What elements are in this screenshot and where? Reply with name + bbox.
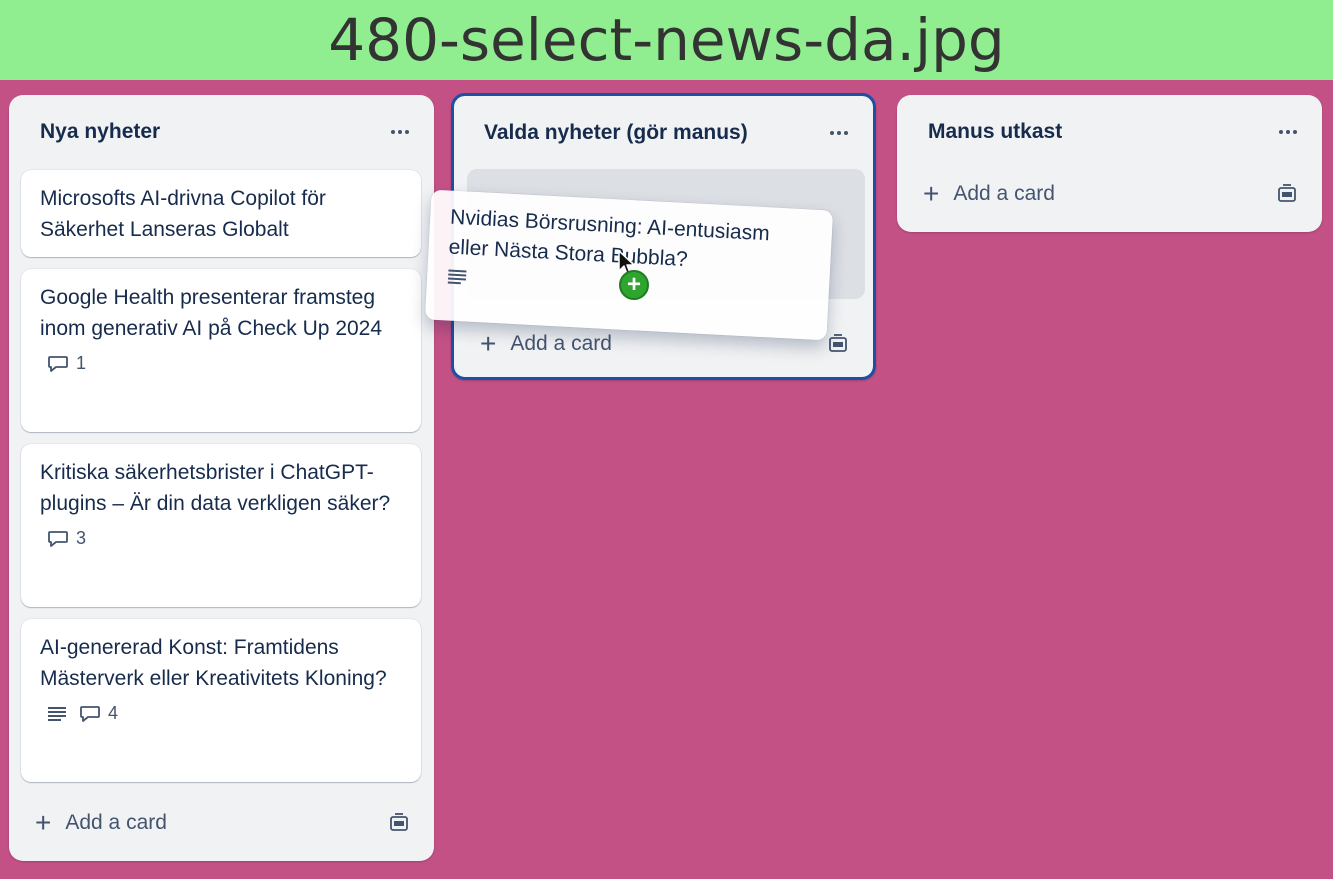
list-title: Manus utkast	[928, 120, 1063, 143]
list-title: Valda nyheter (gör manus)	[484, 121, 748, 144]
comment-icon	[80, 705, 100, 722]
card-title: Microsofts AI-drivna Copilot för Säkerhe…	[40, 187, 326, 241]
comments-badge: 1	[47, 353, 86, 374]
description-icon	[447, 269, 467, 285]
comment-count: 4	[108, 703, 119, 723]
list-menu-button[interactable]	[827, 121, 851, 145]
comments-badge: 4	[79, 703, 118, 724]
card-title: AI-genererad Konst: Framtidens Mästerver…	[40, 636, 387, 690]
comments-badge: 3	[47, 528, 86, 549]
comment-icon	[48, 530, 68, 547]
list-title: Nya nyheter	[40, 120, 161, 143]
plus-icon: +	[923, 178, 940, 209]
add-card-label: Add a card	[510, 332, 612, 355]
comment-count: 1	[76, 353, 87, 373]
comment-count: 3	[76, 528, 87, 548]
comment-icon	[48, 355, 68, 372]
card-title: Google Health presenterar framsteg inom …	[40, 286, 383, 340]
template-icon[interactable]	[827, 333, 849, 355]
card[interactable]: Microsofts AI-drivna Copilot för Säkerhe…	[21, 170, 421, 257]
banner-title: 480-select-news-da.jpg	[328, 6, 1005, 74]
card[interactable]: Google Health presenterar framsteg inom …	[21, 269, 421, 432]
description-icon	[48, 706, 66, 721]
template-icon[interactable]	[1276, 183, 1298, 205]
plus-icon: +	[480, 328, 497, 359]
list-header: Valda nyheter (gör manus)	[454, 96, 873, 170]
list-header: Nya nyheter	[9, 95, 434, 169]
plus-icon: +	[35, 807, 52, 838]
list-manus-utkast: Manus utkast + Add a card	[897, 95, 1322, 232]
card[interactable]: AI-genererad Konst: Framtidens Mästerver…	[21, 619, 421, 782]
list-header: Manus utkast	[897, 95, 1322, 169]
list-nya-nyheter: Nya nyheter Microsofts AI-drivna Copilot…	[9, 95, 434, 861]
card[interactable]: Kritiska säkerhetsbrister i ChatGPT-plug…	[21, 444, 421, 607]
copy-plus-icon: +	[619, 270, 649, 300]
list-menu-button[interactable]	[1276, 120, 1300, 144]
list-menu-button[interactable]	[388, 120, 412, 144]
add-card-button[interactable]: + Add a card	[909, 172, 1310, 216]
add-card-button[interactable]: + Add a card	[21, 801, 422, 845]
template-icon[interactable]	[388, 812, 410, 834]
add-card-label: Add a card	[953, 182, 1055, 205]
add-card-label: Add a card	[65, 811, 167, 834]
card-title: Kritiska säkerhetsbrister i ChatGPT-plug…	[40, 461, 391, 515]
filename-banner: 480-select-news-da.jpg	[0, 0, 1333, 80]
